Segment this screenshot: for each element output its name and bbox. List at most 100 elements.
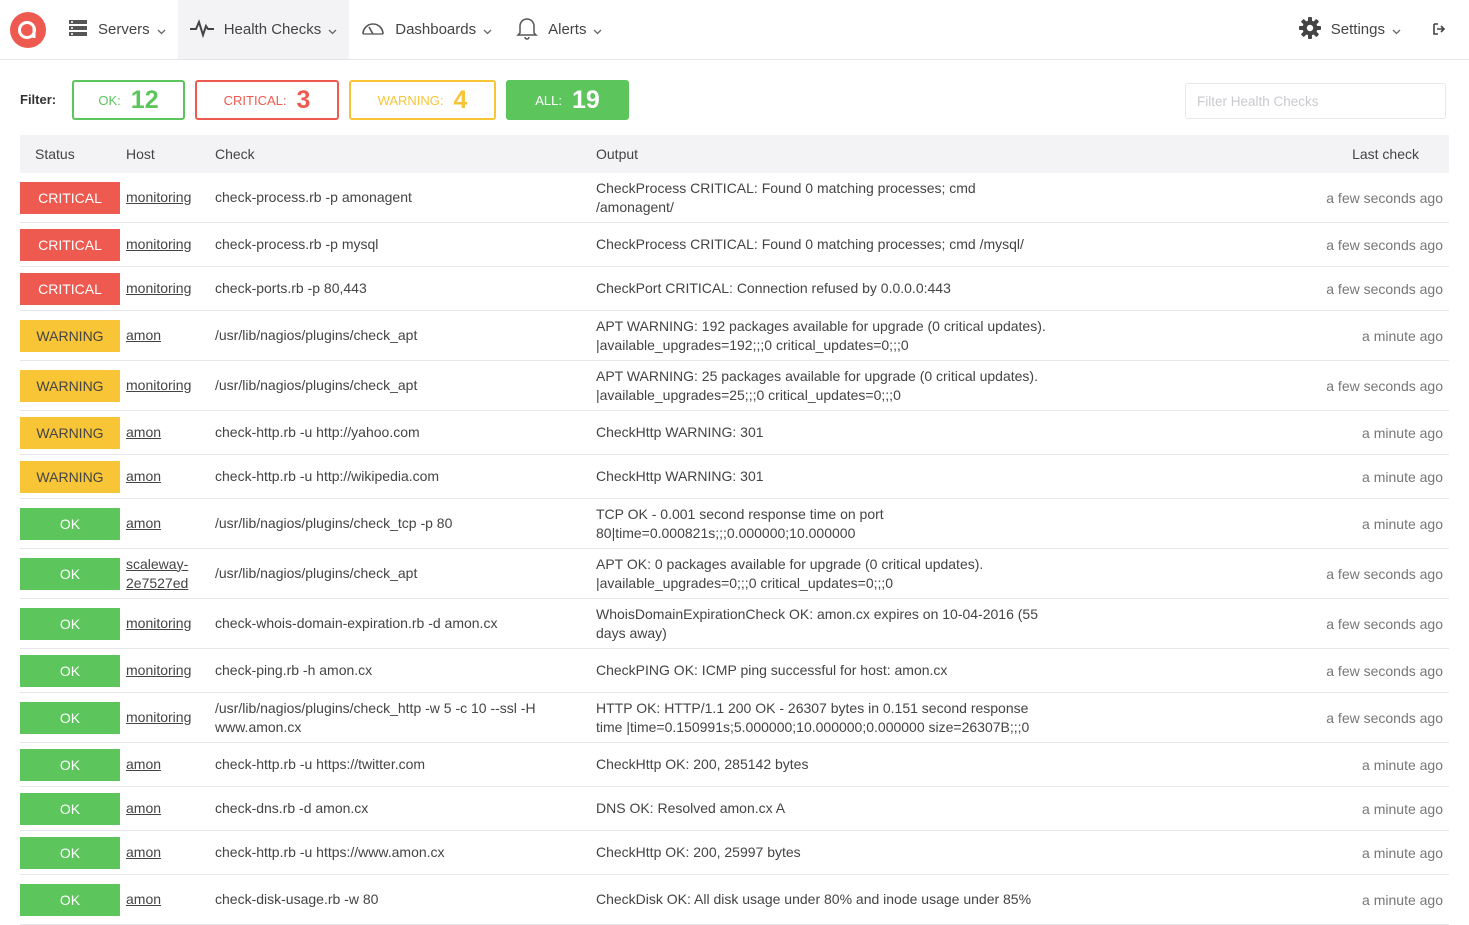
header-last-check[interactable]: Last check <box>1061 146 1449 162</box>
nav-dashboards-label: Dashboards <box>395 21 477 38</box>
status-badge: OK <box>20 654 120 687</box>
filter-critical-label: CRITICAL: <box>223 92 287 108</box>
table-header: Status Host Check Output Last check <box>20 135 1449 173</box>
status-badge: WARNING <box>20 319 120 352</box>
last-check-cell: a few seconds ago <box>1326 280 1443 297</box>
logout-button[interactable] <box>1413 22 1469 38</box>
host-link[interactable]: amon <box>126 844 161 860</box>
host-link[interactable]: amon <box>126 756 161 772</box>
last-check-cell: a minute ago <box>1362 800 1443 817</box>
filter-ok-button[interactable]: OK: 12 <box>72 80 185 120</box>
check-cell: /usr/lib/nagios/plugins/check_apt <box>215 327 418 343</box>
filter-critical-button[interactable]: CRITICAL: 3 <box>195 80 339 120</box>
status-badge: WARNING <box>20 369 120 402</box>
status-cell: CRITICAL <box>20 228 120 261</box>
table-row: CRITICAL monitoring check-process.rb -p am… <box>20 173 1449 223</box>
last-check-cell: a minute ago <box>1362 327 1443 344</box>
host-cell: scaleway-2e7527ed <box>120 555 215 593</box>
host-link[interactable]: monitoring <box>126 377 191 393</box>
host-link[interactable]: monitoring <box>126 189 191 205</box>
table-body: CRITICAL monitoring check-process.rb -p am… <box>20 173 1449 925</box>
logo[interactable] <box>0 0 56 59</box>
header-output[interactable]: Output <box>596 146 1061 162</box>
host-link[interactable]: monitoring <box>126 662 191 678</box>
check-cell: check-ping.rb -h amon.cx <box>215 662 373 678</box>
host-link[interactable]: amon <box>126 800 161 816</box>
status-badge: OK <box>20 607 120 640</box>
filter-all-button[interactable]: ALL: 19 <box>506 80 629 120</box>
status-badge: OK <box>20 883 120 916</box>
host-cell: amon <box>120 423 215 442</box>
filter-health-checks-input[interactable] <box>1185 83 1446 119</box>
output-cell: CheckHttp WARNING: 301 <box>596 468 764 484</box>
status-badge: CRITICAL <box>20 272 120 305</box>
header-check[interactable]: Check <box>215 146 596 162</box>
table-row: OK amon check-disk-usage.rb -w 80 CheckDisk… <box>20 875 1449 925</box>
host-link[interactable]: scaleway-2e7527ed <box>126 556 188 591</box>
status-cell: CRITICAL <box>20 181 120 214</box>
status-badge: OK <box>20 557 120 590</box>
host-link[interactable]: monitoring <box>126 709 191 725</box>
host-cell: monitoring <box>120 188 215 207</box>
host-link[interactable]: monitoring <box>126 615 191 631</box>
host-cell: amon <box>120 843 215 862</box>
status-cell: CRITICAL <box>20 272 120 305</box>
output-cell: CheckPING OK: ICMP ping successful for h… <box>596 662 948 678</box>
nav-alerts[interactable]: Alerts <box>504 0 614 59</box>
header-host[interactable]: Host <box>120 146 215 162</box>
nav-settings[interactable]: Settings <box>1287 17 1413 42</box>
nav-health-checks-label: Health Checks <box>223 21 322 38</box>
host-cell: monitoring <box>120 708 215 727</box>
table-row: WARNING amon check-http.rb -u http://wikip… <box>20 455 1449 499</box>
nav-servers[interactable]: Servers <box>56 0 178 59</box>
status-cell: WARNING <box>20 460 120 493</box>
last-check-cell: a few seconds ago <box>1326 377 1443 394</box>
host-cell: amon <box>120 890 215 909</box>
output-cell: CheckHttp WARNING: 301 <box>596 424 764 440</box>
host-cell: amon <box>120 799 215 818</box>
output-cell: CheckProcess CRITICAL: Found 0 matching … <box>596 179 976 215</box>
nav-health-checks[interactable]: Health Checks <box>177 0 350 59</box>
filter-warning-button[interactable]: WARNING: 4 <box>349 80 496 120</box>
host-link[interactable]: amon <box>126 891 161 907</box>
bell-icon <box>516 16 538 43</box>
status-cell: OK <box>20 883 120 916</box>
chevron-down-icon <box>157 22 166 38</box>
header-status[interactable]: Status <box>20 146 120 162</box>
filter-critical-count: 3 <box>296 85 311 114</box>
output-cell: APT WARNING: 25 packages available for u… <box>596 367 1038 403</box>
host-link[interactable]: amon <box>126 327 161 343</box>
table-row: CRITICAL monitoring check-process.rb -p my… <box>20 223 1449 267</box>
host-cell: amon <box>120 326 215 345</box>
host-link[interactable]: amon <box>126 424 161 440</box>
host-link[interactable]: monitoring <box>126 236 191 252</box>
status-cell: WARNING <box>20 369 120 402</box>
check-cell: check-whois-domain-expiration.rb -d amon… <box>215 615 498 631</box>
output-cell: CheckDisk OK: All disk usage under 80% a… <box>596 891 1032 907</box>
output-cell: CheckHttp OK: 200, 25997 bytes <box>596 844 801 860</box>
check-cell: check-process.rb -p mysql <box>215 236 379 252</box>
output-cell: APT OK: 0 packages available for upgrade… <box>596 555 984 591</box>
nav-dashboards[interactable]: Dashboards <box>349 0 504 59</box>
status-cell: OK <box>20 836 120 869</box>
last-check-cell: a few seconds ago <box>1326 662 1443 679</box>
host-link[interactable]: amon <box>126 515 161 531</box>
host-link[interactable]: monitoring <box>126 280 191 296</box>
check-cell: check-process.rb -p amonagent <box>215 189 412 205</box>
host-cell: amon <box>120 755 215 774</box>
nav-servers-label: Servers <box>98 21 150 38</box>
chevron-down-icon <box>593 22 602 38</box>
nav-settings-label: Settings <box>1330 21 1385 38</box>
status-cell: OK <box>20 507 120 540</box>
last-check-cell: a few seconds ago <box>1326 565 1443 582</box>
filter-warning-count: 4 <box>453 85 468 114</box>
check-cell: check-http.rb -u http://yahoo.com <box>215 424 420 440</box>
host-link[interactable]: amon <box>126 468 161 484</box>
table-row: OK amon check-http.rb -u https://www.amon.… <box>20 831 1449 875</box>
status-cell: WARNING <box>20 319 120 352</box>
filter-all-label: ALL: <box>535 92 562 108</box>
filter-ok-label: OK: <box>98 92 121 108</box>
table-row: CRITICAL monitoring check-ports.rb -p 80,4… <box>20 267 1449 311</box>
status-badge: OK <box>20 792 120 825</box>
chevron-down-icon <box>328 22 337 38</box>
